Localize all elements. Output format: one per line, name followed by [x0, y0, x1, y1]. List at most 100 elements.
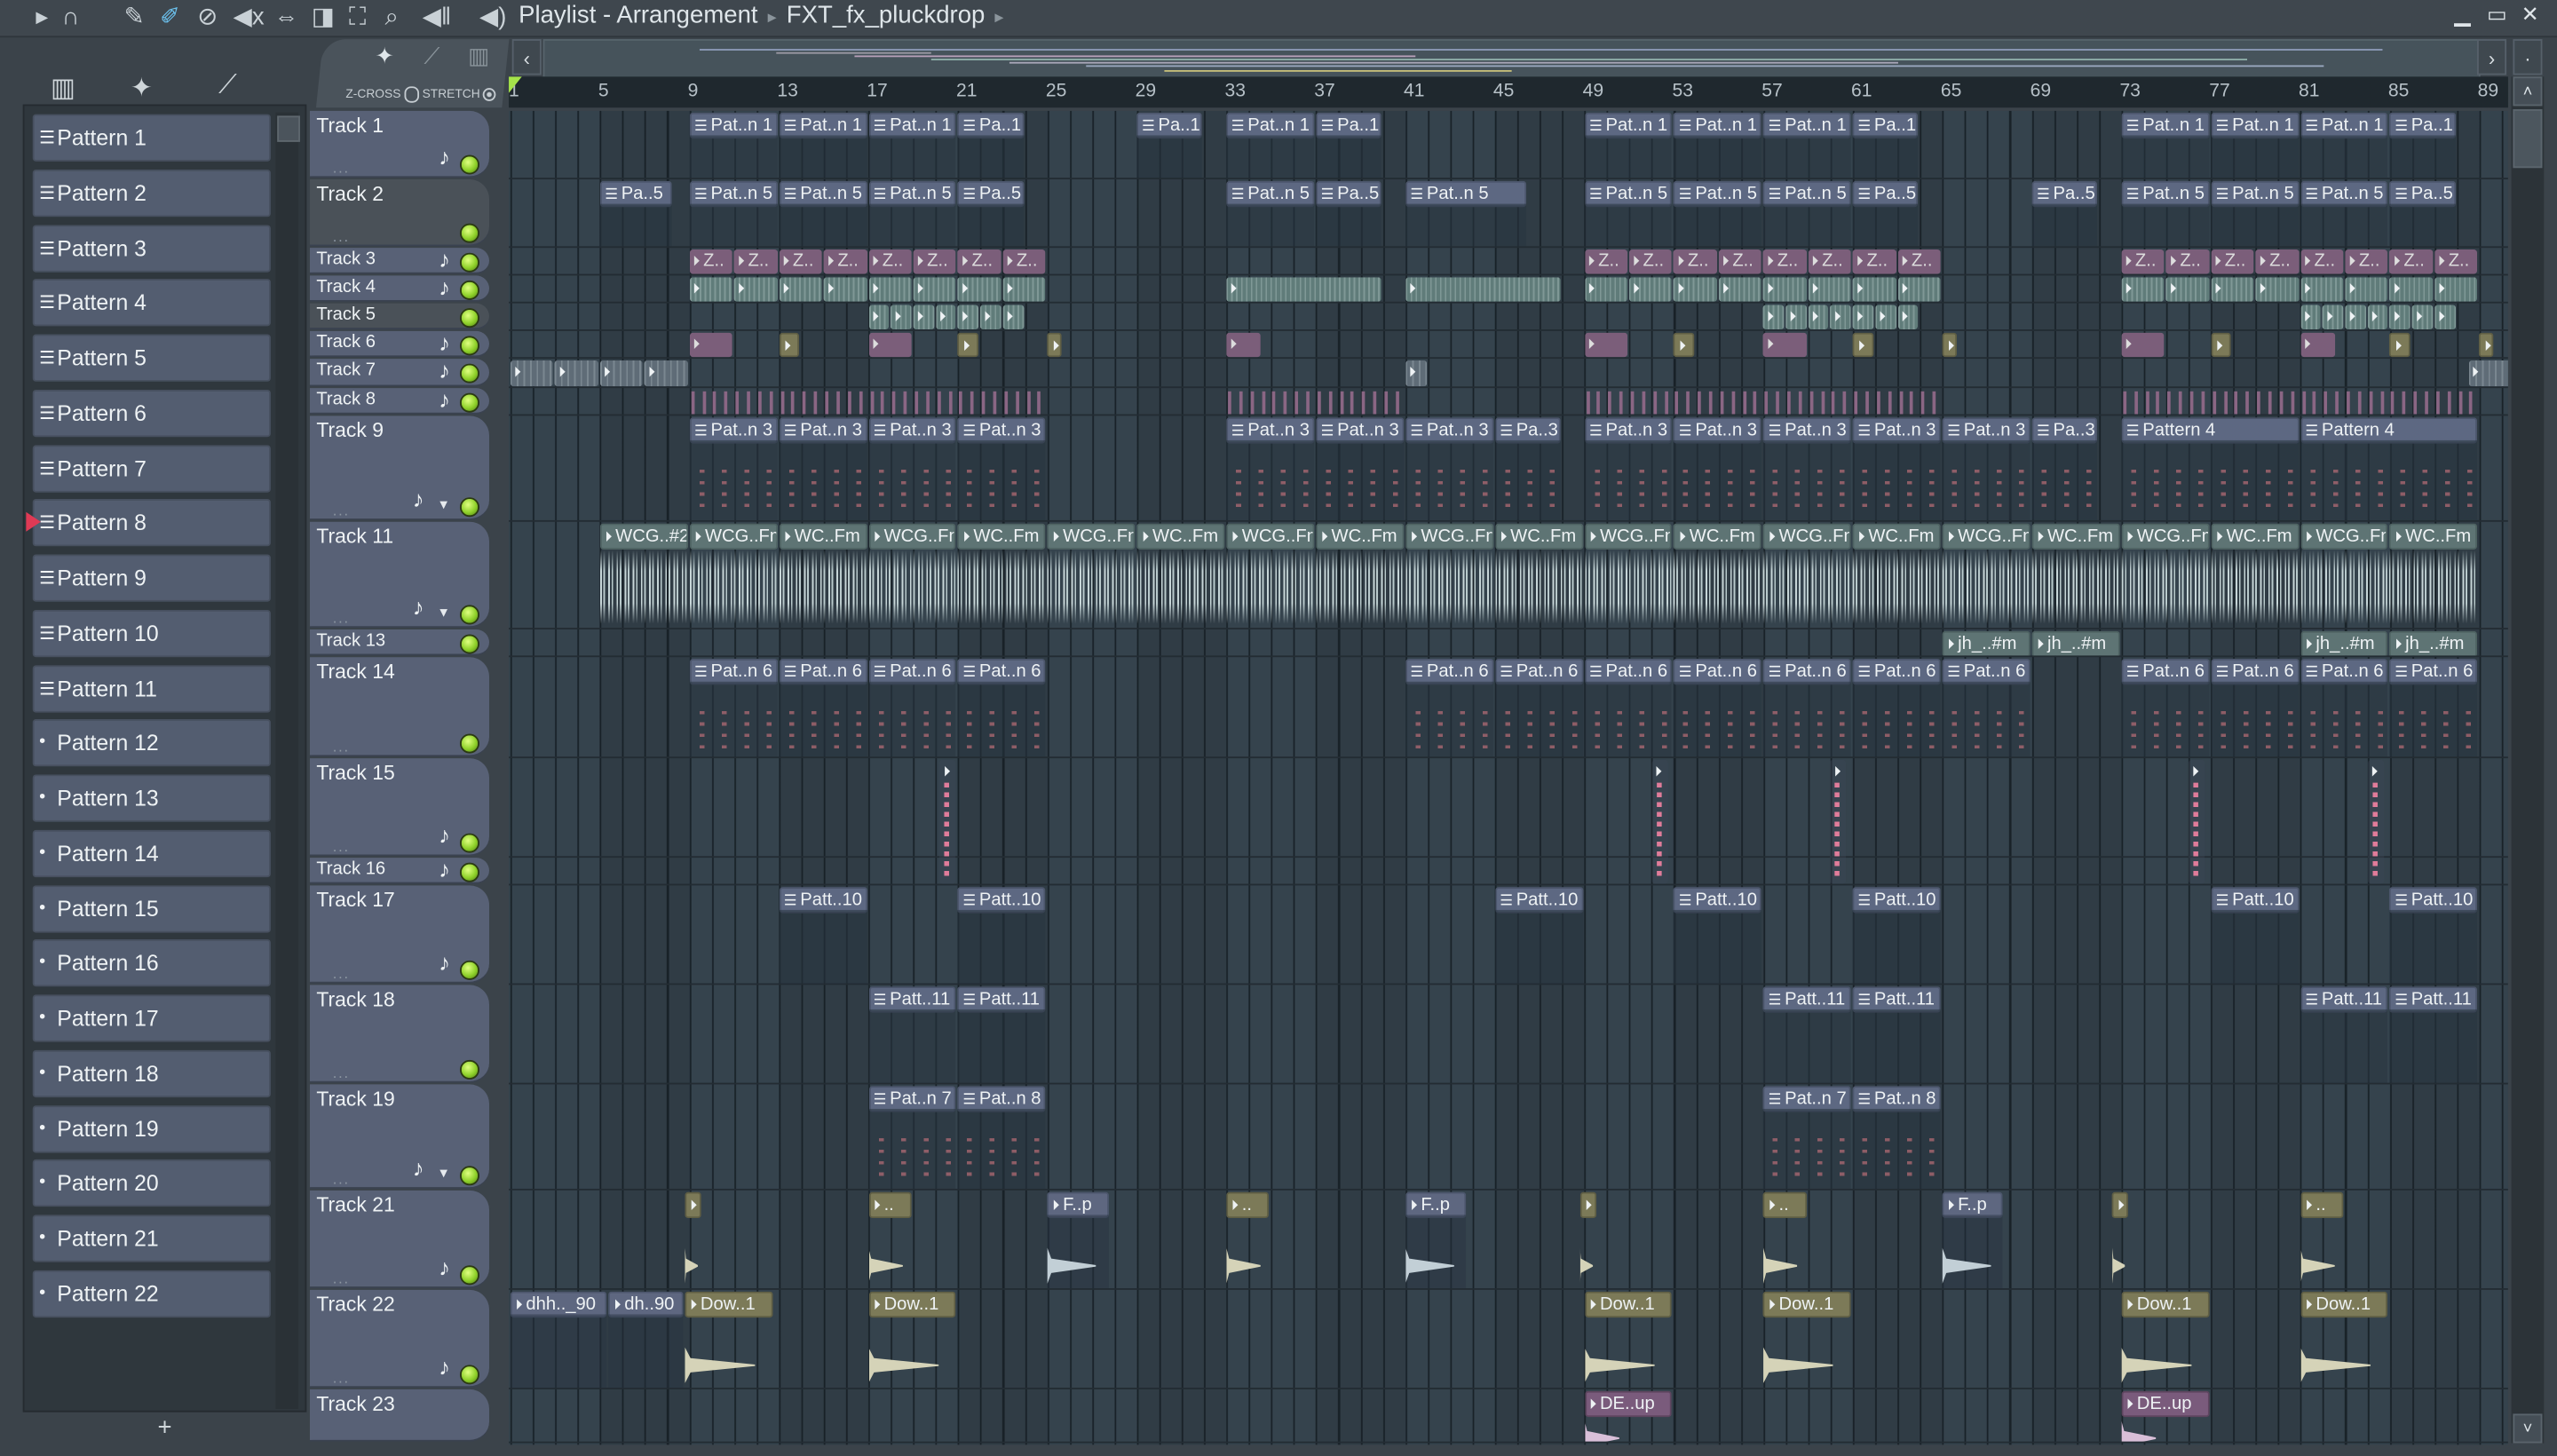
playlist-clip[interactable]: ⏵	[2188, 759, 2205, 884]
playlist-clip[interactable]: ⏵	[868, 277, 912, 302]
bar-number[interactable]: 25	[1046, 82, 1067, 101]
playlist-clip[interactable]: ☰ Pa..5	[1316, 180, 1381, 247]
playlist-clip[interactable]: ⏵ F..p	[1047, 1191, 1109, 1289]
bar-number[interactable]: 37	[1314, 82, 1335, 101]
playlist-clip[interactable]: ☰ Patt..10	[779, 887, 867, 984]
playlist-clip[interactable]: ⏵ Z..	[1852, 249, 1896, 274]
pattern-item[interactable]: • Pattern 15	[32, 884, 271, 932]
track-header[interactable]: Track 3 ♪	[309, 246, 490, 274]
select-icon[interactable]: ⛶	[349, 4, 366, 33]
zoom-icon[interactable]: ⌕	[384, 4, 398, 33]
playlist-clip[interactable]: ☰ Pa..3	[2031, 417, 2098, 520]
playlist-clip[interactable]: ⏵ WC..Fm	[1852, 523, 1941, 629]
playhead-marker[interactable]	[509, 76, 522, 93]
playlist-clip[interactable]: ⏵	[1718, 277, 1762, 302]
playlist-clip[interactable]: ⏵ jh_..#m	[2031, 630, 2120, 656]
playlist-clip[interactable]: ⏵	[1830, 759, 1847, 884]
playlist-clip[interactable]: ⏵ WCG..Fm	[2121, 523, 2210, 629]
playlist-clip[interactable]: ☰ Pa..1	[1136, 112, 1203, 178]
playlist-clip[interactable]: ⏵ Z..	[733, 249, 778, 274]
track-mute-led[interactable]	[459, 960, 480, 980]
playlist-clip[interactable]: ⏵	[685, 1191, 701, 1288]
slip-icon[interactable]: ⇔	[274, 4, 299, 33]
track-mute-led[interactable]	[459, 280, 480, 300]
playlist-clip[interactable]: ☰ Pat..n 3	[1584, 417, 1673, 520]
playlist-clip[interactable]: ⏵ Dow..1	[1763, 1291, 1852, 1388]
playlist-clip[interactable]: ☰ Pat..n 5	[779, 180, 867, 247]
track-options-dots[interactable]: ...	[333, 228, 350, 244]
playlist-clip[interactable]: ☰ Pat..n 3	[689, 417, 778, 520]
minimize-button[interactable]: ▁	[2454, 2, 2470, 28]
track-mute-led[interactable]	[459, 733, 480, 754]
playlist-clip[interactable]: ⏵	[1852, 277, 1896, 302]
playlist-clip[interactable]: ⏵ WCG..#2	[599, 523, 688, 629]
scroll-left-button[interactable]: ‹	[511, 39, 542, 75]
playlist-clip[interactable]: ⏵ F..p	[1405, 1191, 1467, 1289]
playlist-clip[interactable]: ⏵	[913, 305, 934, 330]
maximize-button[interactable]: ▭	[2487, 2, 2507, 28]
playlist-clip[interactable]: ☰ Pat..n 8	[1852, 1086, 1941, 1189]
playlist-clip[interactable]: ☰ Patt..10	[1494, 887, 1583, 984]
playlist-clip[interactable]: ⏵..	[1226, 1191, 1270, 1288]
track-header[interactable]: Track 18...	[309, 985, 490, 1083]
playlist-clip[interactable]: ⏵ Dow..1	[2300, 1291, 2388, 1388]
playlist-clip[interactable]: ⏵ Z..	[2300, 249, 2344, 274]
track-name[interactable]: Track 6	[316, 333, 376, 352]
pattern-item[interactable]: • Pattern 22	[32, 1270, 271, 1318]
track-mute-led[interactable]	[459, 1166, 480, 1186]
playlist-clip[interactable]: ⏵	[2211, 332, 2232, 358]
arrangement-overview[interactable]	[542, 39, 2481, 79]
playlist-clip[interactable]: ⏵ Z..	[1584, 249, 1628, 274]
playlist-clip[interactable]: ⏵	[1002, 305, 1024, 330]
track-mute-led[interactable]	[459, 363, 480, 384]
track-dropdown-icon[interactable]: ▼	[437, 605, 450, 620]
playlist-clip[interactable]: ☰ Pat..n 6	[868, 659, 957, 757]
playlist-clip[interactable]: ⏵	[2345, 305, 2366, 330]
playlist-clip[interactable]: ⏵	[599, 360, 644, 387]
pattern-item[interactable]: ☰ Pattern 9	[32, 554, 271, 602]
bar-number[interactable]: 65	[1941, 82, 1962, 101]
playlist-clip[interactable]: ⏵	[689, 277, 733, 302]
playlist-clip[interactable]: ⏵	[957, 277, 1001, 302]
playlist-clip[interactable]: ☰ Pat..n 5	[2300, 180, 2388, 247]
playlist-clip[interactable]: ⏵	[868, 332, 912, 358]
track-name[interactable]: Track 11	[316, 525, 393, 548]
playlist-clip[interactable]	[2121, 390, 2477, 415]
playlist-clip[interactable]: ⏵	[2165, 277, 2210, 302]
playlist-clip[interactable]: ⏵	[1830, 305, 1852, 330]
scroll-down-button[interactable]: ˅	[2513, 1413, 2543, 1444]
playlist-clip[interactable]	[1226, 390, 1404, 415]
track-name[interactable]: Track 3	[316, 249, 376, 269]
bar-number[interactable]: 41	[1404, 82, 1425, 101]
playlist-clip[interactable]: ⏵	[2121, 277, 2165, 302]
pattern-item[interactable]: • Pattern 18	[32, 1049, 271, 1097]
playlist-clip[interactable]: ⏵	[1808, 277, 1852, 302]
playlist-clip[interactable]: ⏵ WCG..Fm	[1763, 523, 1852, 629]
playlist-clip[interactable]: ☰ Pa..1	[957, 112, 1024, 178]
track-name[interactable]: Track 23	[316, 1393, 394, 1416]
track-name[interactable]: Track 13	[316, 631, 385, 651]
track-header[interactable]: Track 23	[309, 1389, 490, 1442]
pencil-draw-icon[interactable]: ✎	[124, 4, 145, 33]
playlist-clip[interactable]: ⏵ Z..	[2434, 249, 2478, 274]
playlist-clip[interactable]: ☰ Pat..n 7	[868, 1086, 957, 1189]
playlist-clip[interactable]: ⏵ WCG..Fm	[1405, 523, 1493, 629]
playlist-clip[interactable]: ☰ Pat..n 6	[1494, 659, 1583, 757]
playlist-clip[interactable]: ⏵ WC..Fm	[2031, 523, 2120, 629]
playlist-clip[interactable]: ☰ Pat..n 6	[1674, 659, 1762, 757]
track-header[interactable]: Track 15 ♪...	[309, 758, 490, 857]
pattern-item[interactable]: ☰ Pattern 10	[32, 609, 271, 657]
pattern-item[interactable]: • Pattern 14	[32, 829, 271, 877]
pattern-item[interactable]: ☰ Pattern 8	[26, 499, 271, 547]
track-options-dots[interactable]: ...	[333, 160, 350, 176]
pattern-item[interactable]: • Pattern 20	[32, 1159, 271, 1207]
playlist-clip[interactable]: ☰ Patt..10	[1674, 887, 1762, 984]
playlist-clip[interactable]: ⏵ jh_..#m	[1942, 630, 2031, 656]
track-header[interactable]: Track 22 ♪...	[309, 1289, 490, 1389]
pattern-item[interactable]: ☰ Pattern 6	[32, 389, 271, 437]
bar-number[interactable]: 49	[1583, 82, 1604, 101]
playlist-clip[interactable]: ⏵	[1897, 277, 1941, 302]
vertical-scrollbar[interactable]: ˄ ˅	[2511, 76, 2545, 1444]
playlist-clip[interactable]: ⏵	[733, 277, 778, 302]
playlist-clip[interactable]: ☰ Pat..n 3	[779, 417, 867, 520]
